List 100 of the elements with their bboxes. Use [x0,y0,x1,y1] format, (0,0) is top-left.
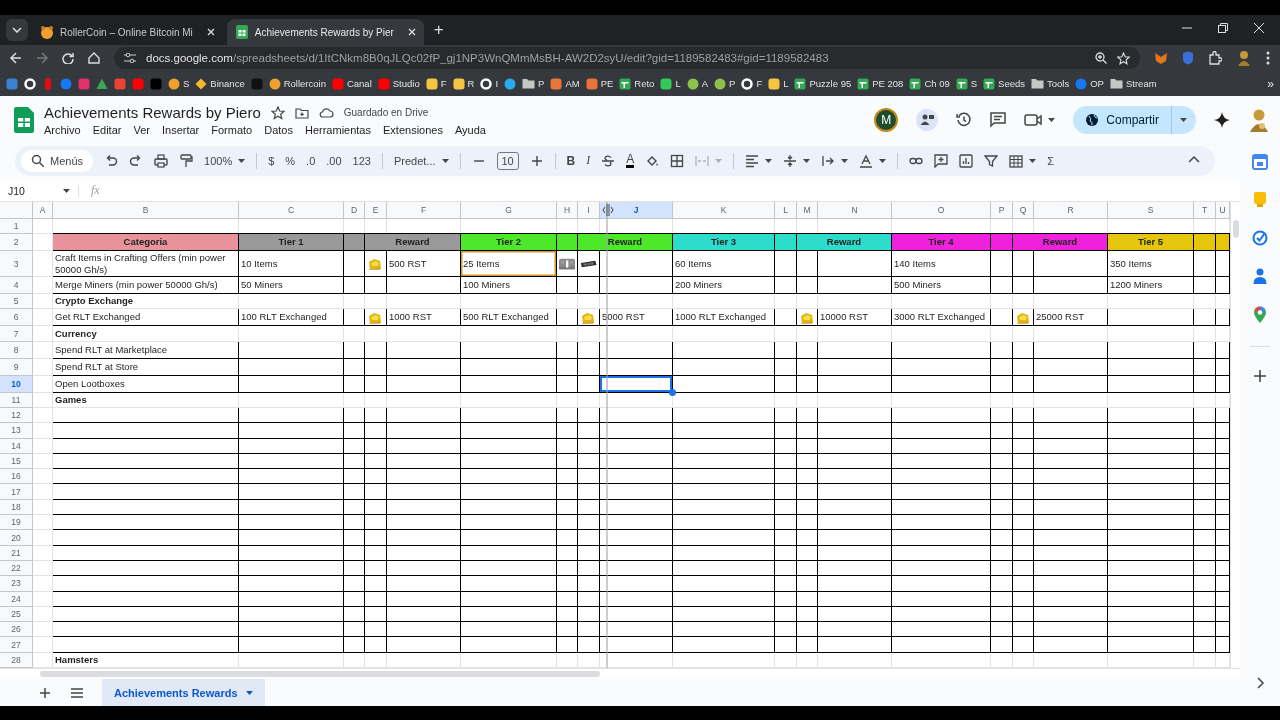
header-cell: Reward [365,234,461,252]
browser-tab[interactable]: Achievements Rewards by Pier [226,19,424,45]
bookmark[interactable]: S [955,77,978,90]
header-cell: Tier 5 [1108,234,1194,252]
bookmark[interactable]: F [741,77,763,90]
table-cell: 500 RST [387,251,461,278]
menu-item[interactable]: Extensiones [383,124,443,136]
row-header[interactable]: 5 [0,294,33,310]
italic-button[interactable]: I [586,153,591,169]
font-size-field[interactable]: 10 [496,151,519,170]
table-cell: 60 Items [673,251,775,278]
increase-decimals-button[interactable]: .00 [326,154,342,167]
row-header[interactable]: 26 [0,622,33,638]
header-cell: Tier 4 [892,234,991,252]
document-title[interactable]: Achievements Rewards by Piero [44,104,261,121]
new-tab-button[interactable]: + [433,20,444,40]
table-cell: 25000 RST [1034,309,1108,327]
row-header[interactable]: 17 [0,484,33,500]
table-cell: Games [53,392,239,408]
bookmark[interactable]: OP [1075,77,1104,90]
menu-item[interactable]: Herramientas [304,124,371,136]
menu-item[interactable]: Ver [133,124,150,136]
avatar[interactable]: M [874,108,899,132]
bookmark[interactable]: F [425,77,447,90]
bookmark[interactable]: A [686,77,709,90]
menu-item[interactable]: Archivo [44,124,81,136]
bold-button[interactable]: B [566,153,576,168]
currency-format-button[interactable]: $ [268,154,275,167]
bookmark[interactable]: Stream [1109,78,1157,89]
header-cell: Reward [578,234,673,252]
address-bar[interactable]: docs.google.com/spreadsheets/d/1ItCNkm8B0qJLQc02fP_gj1NP3WnQMmMsBH-AW2D2syU/edit?gid=1189582483#gid=1189582483 [114,47,1140,69]
bookmark[interactable]: Canal [331,77,372,90]
row-header[interactable]: 7 [0,326,33,342]
row-header[interactable]: 3 [0,251,33,278]
table-cell: Open Lootboxes [53,375,239,393]
more-bookmarks-button[interactable]: » [1267,76,1274,91]
row-header[interactable]: 13 [0,423,33,439]
menu-item[interactable]: Editar [92,124,122,136]
decrease-decimals-button[interactable]: .0 [306,154,316,167]
bookmark[interactable]: Binance [195,77,245,90]
table-cell: Currency [53,326,239,342]
bookmark[interactable]: L [660,77,681,90]
menu-item[interactable]: Insertar [161,124,200,136]
menu-item[interactable]: Datos [264,124,293,136]
browser-tab[interactable]: RollerCoin – Online Bitcoin Mi [32,19,223,45]
table-cell: 100 Miners [461,277,557,295]
bookmark[interactable]: Seeds [983,77,1026,90]
bookmark[interactable]: I [480,77,499,90]
table-cell: 25 Items [461,251,557,278]
row-header[interactable]: 12 [0,408,33,424]
bookmark[interactable]: R [452,77,475,90]
header-cell: Tier 1 [239,234,344,252]
name-box[interactable]: J10 [0,184,79,197]
table-cell: 500 RLT Exchanged [461,309,557,327]
bookmark[interactable]: PE [585,77,614,90]
header-cell: Tier 3 [673,234,775,252]
table-cell: 500 Miners [892,277,991,295]
table-cell: 3000 RLT Exchanged [892,309,991,327]
row-header[interactable]: 19 [0,515,33,531]
bookmark[interactable]: L [768,77,789,90]
bookmark[interactable]: Rollercoin [268,77,326,90]
table-cell: 10 Items [239,251,344,278]
bookmark[interactable]: Tools [1031,78,1070,89]
menu-search-field[interactable]: Menús [21,149,94,172]
row-header[interactable]: 6 [0,309,33,327]
percent-format-button[interactable]: % [285,154,296,167]
row-header[interactable]: 4 [0,277,33,295]
row-header[interactable]: 16 [0,469,33,485]
bookmark[interactable]: P [714,77,736,90]
table-cell: 350 Items [1108,251,1194,278]
bookmark[interactable]: PE 208 [857,77,904,90]
bookmark[interactable]: AM [550,77,580,90]
table-cell: 100 RLT Exchanged [239,309,344,327]
table-cell: 140 Items [892,251,991,278]
bookmark[interactable]: Puzzle 95 [794,77,852,90]
bookmark[interactable]: Ch 09 [909,77,950,90]
row-header[interactable]: 2 [0,234,33,252]
row-header[interactable]: 27 [0,637,33,653]
functions-button[interactable]: Σ [1047,154,1054,167]
text-color-button[interactable]: A [626,153,635,168]
table-cell: 5000 RST [600,309,673,327]
bookmark[interactable]: P [522,78,545,89]
menu-item[interactable]: Formato [211,124,253,136]
font-dropdown[interactable]: Predet... [393,154,449,167]
table-cell: Spend RLT at Store [53,358,239,376]
table-cell: Craft Items in Crafting Offers (min power 50000 Gh/s) [53,251,239,278]
table-cell: 1000 RLT Exchanged [673,309,775,327]
zoom-dropdown[interactable]: 100% [204,154,246,167]
bookmark[interactable]: Reto [619,77,655,90]
table-cell: 1000 RST [387,309,461,327]
bookmark[interactable]: Studio [377,77,420,90]
table-cell: 50 Miners [239,277,344,295]
table-cell: Get RLT Exchanged [53,309,239,327]
bookmark[interactable]: S [168,77,190,90]
number-format-button[interactable]: 123 [352,154,371,167]
row-header[interactable]: 20 [0,530,33,546]
sheet-tab[interactable]: Achievements Rewards [102,679,265,706]
menu-item[interactable]: Ayuda [454,124,486,136]
row-header[interactable]: 23 [0,576,33,592]
save-status: Guardado en Drive [343,107,429,118]
